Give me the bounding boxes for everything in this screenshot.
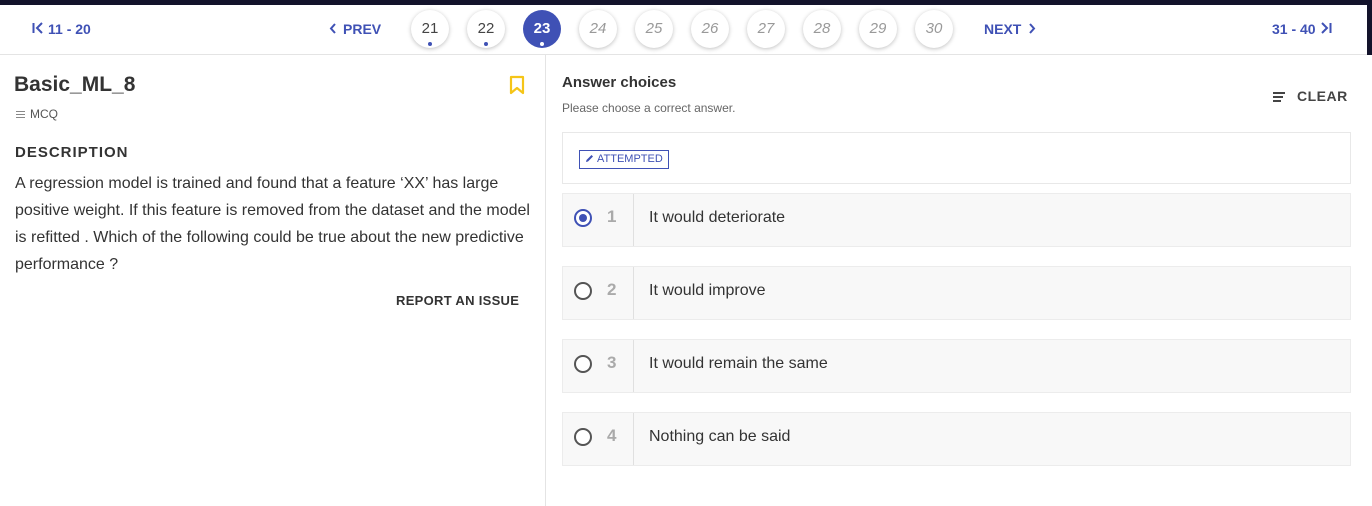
page-29-button[interactable]: 29	[859, 10, 897, 48]
option-divider	[633, 267, 634, 319]
status-container: ATTEMPTED	[562, 132, 1351, 184]
question-type-label: MCQ	[30, 107, 58, 121]
radio-button[interactable]	[574, 209, 592, 227]
bookmark-icon[interactable]	[509, 75, 525, 95]
page-23-button[interactable]: 23	[523, 10, 561, 48]
last-range-label: 31 - 40	[1272, 21, 1316, 37]
page-25-button[interactable]: 25	[635, 10, 673, 48]
last-range-link[interactable]: 31 - 40	[1272, 5, 1332, 54]
answer-panel: Answer choices Please choose a correct a…	[546, 55, 1367, 506]
question-title: Basic_ML_8	[14, 73, 136, 96]
option-number: 1	[607, 207, 617, 226]
clear-button[interactable]: CLEAR	[1273, 88, 1348, 104]
page-28-button[interactable]: 28	[803, 10, 841, 48]
answer-option-4[interactable]: 4 Nothing can be said	[562, 412, 1351, 466]
option-divider	[633, 340, 634, 392]
page-number: 26	[701, 20, 719, 37]
option-number: 3	[607, 353, 617, 372]
answer-option-2[interactable]: 2 It would improve	[562, 266, 1351, 320]
window-edge	[1367, 5, 1372, 55]
page-30-button[interactable]: 30	[915, 10, 953, 48]
page-number: 23	[533, 20, 551, 37]
page-22-button[interactable]: 22	[467, 10, 505, 48]
first-range-label: 11 - 20	[48, 21, 91, 37]
question-panel: Basic_ML_8 MCQ DESCRIPTION A regression …	[0, 55, 546, 506]
attempted-dot	[484, 42, 488, 46]
page-number: 21	[421, 20, 439, 37]
pencil-icon	[585, 153, 594, 167]
status-badge: ATTEMPTED	[579, 150, 669, 169]
page-21-button[interactable]: 21	[411, 10, 449, 48]
radio-button[interactable]	[574, 282, 592, 300]
clear-icon	[1273, 90, 1285, 104]
page-number: 29	[869, 20, 887, 37]
page-number: 22	[477, 20, 495, 37]
description-heading: DESCRIPTION	[15, 144, 129, 161]
answer-option-1[interactable]: 1 It would deteriorate	[562, 193, 1351, 247]
page-27-button[interactable]: 27	[747, 10, 785, 48]
option-number: 2	[607, 280, 617, 299]
chevron-right-icon	[1028, 5, 1036, 54]
page-26-button[interactable]: 26	[691, 10, 729, 48]
option-divider	[633, 194, 634, 246]
attempted-dot	[428, 42, 432, 46]
page-number: 28	[813, 20, 831, 37]
answer-choices-subtitle: Please choose a correct answer.	[562, 101, 736, 115]
next-label: NEXT	[984, 21, 1022, 37]
prev-button[interactable]: PREV	[329, 5, 381, 54]
list-icon	[16, 109, 25, 120]
page-24-button[interactable]: 24	[579, 10, 617, 48]
radio-button[interactable]	[574, 428, 592, 446]
page-number: 25	[645, 20, 663, 37]
prev-label: PREV	[343, 21, 382, 37]
option-text: Nothing can be said	[649, 428, 791, 445]
option-text: It would remain the same	[649, 355, 828, 372]
report-issue-button[interactable]: REPORT AN ISSUE	[396, 293, 519, 308]
option-divider	[633, 413, 634, 465]
chevron-left-icon	[329, 5, 337, 54]
answer-choices-title: Answer choices	[562, 74, 677, 91]
current-dot	[540, 42, 544, 46]
option-text: It would deteriorate	[649, 209, 786, 226]
option-number: 4	[607, 426, 617, 445]
last-page-icon	[1320, 5, 1332, 54]
page-number: 24	[589, 20, 607, 37]
first-range-link[interactable]: 11 - 20	[32, 5, 91, 54]
next-button[interactable]: NEXT	[984, 5, 1036, 54]
option-text: It would improve	[649, 282, 766, 299]
page-number: 27	[757, 20, 775, 37]
question-description: A regression model is trained and found …	[15, 175, 530, 273]
first-page-icon	[32, 5, 44, 54]
pagination-bar: 11 - 20 PREV 21 22 23 24 25 26 27 28 29 …	[0, 5, 1367, 55]
radio-button[interactable]	[574, 355, 592, 373]
question-type: MCQ	[16, 107, 58, 121]
page-number: 30	[925, 20, 943, 37]
clear-label: CLEAR	[1297, 88, 1348, 104]
status-badge-label: ATTEMPTED	[597, 153, 663, 165]
answer-option-3[interactable]: 3 It would remain the same	[562, 339, 1351, 393]
